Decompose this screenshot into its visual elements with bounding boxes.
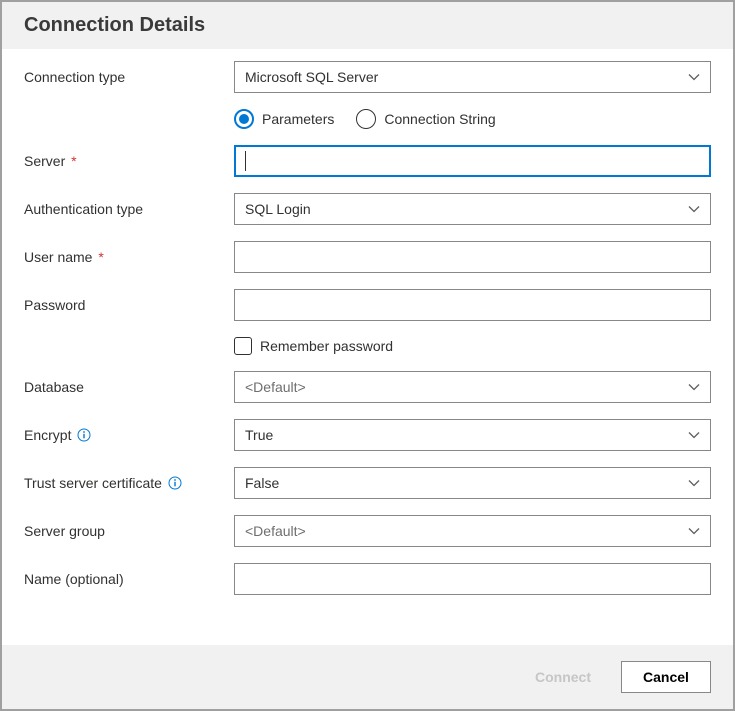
- auth-type-label: Authentication type: [24, 201, 234, 217]
- dialog-title: Connection Details: [2, 2, 733, 49]
- server-group-label: Server group: [24, 523, 234, 539]
- radio-checked-icon: [234, 109, 254, 129]
- name-optional-input[interactable]: [234, 563, 711, 595]
- checkbox-unchecked-icon: [234, 337, 252, 355]
- connection-details-dialog: Connection Details Connection type Micro…: [0, 0, 735, 711]
- database-label: Database: [24, 379, 234, 395]
- trust-cert-select[interactable]: False: [234, 467, 711, 499]
- remember-password-label: Remember password: [260, 338, 393, 354]
- radio-parameters[interactable]: Parameters: [234, 109, 334, 129]
- input-mode-radio-group: Parameters Connection String: [234, 109, 711, 129]
- radio-connection-string-label: Connection String: [384, 111, 495, 127]
- database-select[interactable]: <Default>: [234, 371, 711, 403]
- name-optional-label: Name (optional): [24, 571, 234, 587]
- remember-password-checkbox[interactable]: Remember password: [234, 337, 711, 355]
- radio-connection-string[interactable]: Connection String: [356, 109, 495, 129]
- dialog-body: Connection type Microsoft SQL Server: [2, 49, 733, 645]
- server-group-select[interactable]: <Default>: [234, 515, 711, 547]
- server-input[interactable]: [234, 145, 711, 177]
- radio-parameters-label: Parameters: [262, 111, 334, 127]
- auth-type-select[interactable]: SQL Login: [234, 193, 711, 225]
- password-label: Password: [24, 297, 234, 313]
- cancel-button[interactable]: Cancel: [621, 661, 711, 693]
- user-name-label: User name *: [24, 249, 234, 265]
- server-label: Server *: [24, 153, 234, 169]
- password-input[interactable]: [234, 289, 711, 321]
- dialog-footer: Connect Cancel: [2, 645, 733, 709]
- connection-type-select[interactable]: Microsoft SQL Server: [234, 61, 711, 93]
- required-asterisk: *: [71, 153, 76, 169]
- trust-cert-label: Trust server certificate: [24, 475, 234, 491]
- encrypt-select[interactable]: True: [234, 419, 711, 451]
- required-asterisk: *: [98, 249, 103, 265]
- connect-button[interactable]: Connect: [517, 661, 609, 693]
- user-name-input[interactable]: [234, 241, 711, 273]
- text-caret: [245, 151, 246, 171]
- info-icon[interactable]: [168, 476, 182, 490]
- encrypt-label: Encrypt: [24, 427, 234, 443]
- connection-type-label: Connection type: [24, 69, 234, 85]
- radio-unchecked-icon: [356, 109, 376, 129]
- info-icon[interactable]: [77, 428, 91, 442]
